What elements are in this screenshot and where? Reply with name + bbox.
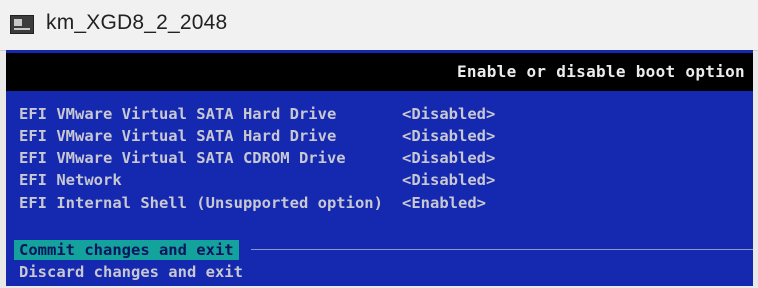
- boot-option-row[interactable]: EFI Network <Disabled>: [19, 169, 495, 191]
- boot-option-name: EFI VMware Virtual SATA Hard Drive: [19, 105, 337, 123]
- boot-option-state[interactable]: <Disabled>: [402, 103, 495, 125]
- boot-option-state[interactable]: <Disabled>: [402, 147, 495, 169]
- commit-changes-button[interactable]: Commit changes and exit: [14, 240, 239, 260]
- discard-changes-button[interactable]: Discard changes and exit: [14, 262, 248, 282]
- boot-option-row[interactable]: EFI VMware Virtual SATA CDROM Drive <Dis…: [19, 147, 495, 169]
- help-text: Enable or disable boot option: [456, 62, 745, 81]
- boot-option-row[interactable]: EFI VMware Virtual SATA Hard Drive <Disa…: [19, 103, 495, 125]
- window-title: km_XGD8_2_2048: [46, 11, 228, 34]
- boot-option-state[interactable]: <Disabled>: [402, 125, 495, 147]
- window-titlebar: km_XGD8_2_2048: [0, 0, 758, 51]
- boot-option-row[interactable]: EFI VMware Virtual SATA Hard Drive <Disa…: [19, 125, 495, 147]
- console-window-icon: [10, 15, 34, 34]
- boot-option-name: EFI VMware Virtual SATA Hard Drive: [19, 127, 337, 145]
- boot-manager-screen: Enable or disable boot option EFI VMware…: [6, 50, 753, 286]
- boot-option-name: EFI Internal Shell (Unsupported option): [19, 194, 383, 212]
- boot-option-name: EFI VMware Virtual SATA CDROM Drive: [19, 149, 346, 167]
- boot-option-state[interactable]: <Enabled>: [402, 192, 486, 214]
- separator-line: [251, 249, 753, 250]
- boot-option-name: EFI Network: [19, 171, 122, 189]
- boot-option-state[interactable]: <Disabled>: [402, 169, 495, 191]
- help-bar: Enable or disable boot option: [6, 53, 753, 91]
- boot-option-row[interactable]: EFI Internal Shell (Unsupported option) …: [19, 192, 486, 214]
